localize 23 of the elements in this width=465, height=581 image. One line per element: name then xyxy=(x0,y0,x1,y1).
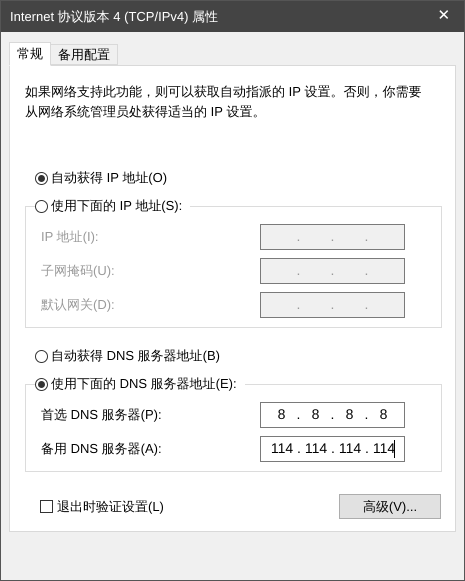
field-label: IP 地址(I): xyxy=(41,228,100,246)
description-text: 如果网络支持此功能，则可以获取自动指派的 IP 设置。否则，你需要从网络系统管理员处获得适当的 IP 设置。 xyxy=(25,83,422,121)
field-label: 首选 DNS 服务器(P): xyxy=(41,406,163,424)
radio-button[interactable] xyxy=(35,200,48,212)
ip-address-field[interactable]: 8 . 8 . 8 . 8 xyxy=(260,402,405,428)
radio-button[interactable] xyxy=(35,172,48,184)
field-label: 备用 DNS 服务器(A): xyxy=(41,440,163,458)
window-title: Internet 协议版本 4 (TCP/IPv4) 属性 xyxy=(10,8,218,26)
radio-button[interactable] xyxy=(35,350,48,362)
close-button[interactable]: ✕ xyxy=(424,1,464,32)
radio-button[interactable] xyxy=(35,378,48,390)
field-label: 默认网关(D): xyxy=(41,296,116,314)
advanced-button[interactable]: 高级(V)... xyxy=(339,494,441,519)
radio-label: 使用下面的 IP 地址(S): xyxy=(51,197,182,216)
checkbox-label: 退出时验证设置(L) xyxy=(57,498,164,516)
tab[interactable]: 常规 xyxy=(9,42,51,66)
field-label: 子网掩码(U): xyxy=(41,262,116,280)
checkbox[interactable] xyxy=(40,500,53,513)
tab[interactable]: 备用配置 xyxy=(51,44,118,65)
radio-label: 自动获得 IP 地址(O) xyxy=(51,169,168,188)
radio-label: 使用下面的 DNS 服务器地址(E): xyxy=(51,375,237,394)
radio-label: 自动获得 DNS 服务器地址(B) xyxy=(51,347,220,366)
ip-address-field[interactable]: 114 . 114 . 114 . 114 xyxy=(260,436,405,462)
